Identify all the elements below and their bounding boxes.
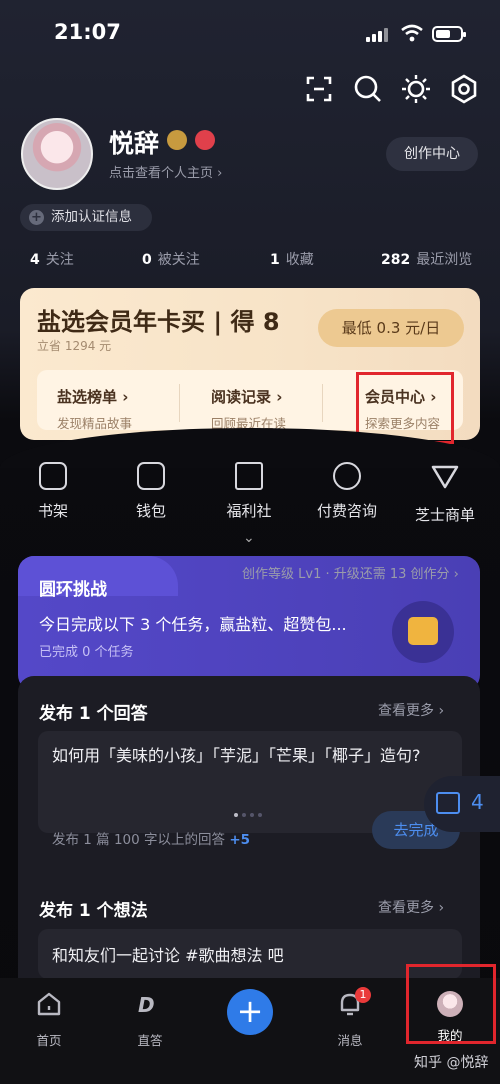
cheese-order-button[interactable]: 芝士商单 [405,462,485,525]
answer-hint: 发布 1 篇 100 字以上的回答 +5 [52,832,251,848]
nav-home[interactable]: 首页 [9,990,89,1049]
inbox-count: 4 [471,790,484,814]
yen-icon [333,462,361,490]
bookshelf-button[interactable]: 书架 [13,462,93,521]
scan-icon[interactable] [303,73,335,105]
stat-following[interactable]: 4 关注 [30,249,74,269]
divider [179,384,180,422]
vip-title[interactable]: 盐选会员年卡买 | 得 8 [37,302,280,337]
svg-text:D: D [138,993,155,1017]
annotation-highlight-box [406,964,496,1044]
status-time: 21:07 [54,20,121,44]
avatar[interactable] [21,118,93,190]
gift-icon [235,462,263,490]
add-auth-button[interactable]: + 添加认证信息 [20,204,152,231]
plus-icon: + [29,210,44,225]
stat-recent[interactable]: 282 最近浏览 [381,249,472,269]
inbox-icon [436,792,460,814]
user-name[interactable]: 悦辞 [109,124,159,160]
brightness-icon[interactable] [400,73,432,105]
wifi-icon [401,24,423,42]
task-answer-title: 发布 1 个回答 [39,704,148,724]
task-answer-more-link[interactable]: 查看更多 › [378,700,444,720]
nav-direct-answer[interactable]: D 直答 [110,990,190,1049]
verified-badge-icon[interactable] [195,130,215,150]
idea-text[interactable]: 和知友们一起讨论 #歌曲想法 吧 [52,942,284,966]
challenge-desc: 今日完成以下 3 个任务，赢盐粒、超赞包... [39,615,347,634]
message-badge: 1 [355,987,371,1003]
nav-messages[interactable]: 消息 [310,990,390,1049]
challenge-title: 圆环挑战 [39,580,107,600]
zhida-icon: D [138,993,155,1017]
paid-consult-button[interactable]: 付费咨询 [307,462,387,521]
reward-gift-icon[interactable] [392,601,454,663]
cheese-icon [431,465,459,489]
vip-price-button[interactable]: 最低 0.3 元/日 [318,309,464,347]
publish-button[interactable]: + [227,989,273,1035]
vip-subtitle: 立省 1294 元 [37,339,112,353]
vip-ranking-link[interactable]: 盐选榜单 › 发现精品故事 [57,386,132,432]
bookshelf-icon [39,462,67,490]
wallet-icon [137,462,165,490]
battery-icon [432,26,466,42]
challenge-progress: 已完成 0 个任务 [39,645,134,660]
profile-link[interactable]: 点击查看个人主页 › [109,162,222,181]
task-idea-more-link[interactable]: 查看更多 › [378,897,444,917]
creator-center-button[interactable]: 创作中心 [386,137,478,171]
add-auth-label: 添加认证信息 [51,209,132,225]
settings-icon[interactable] [448,73,480,105]
floating-inbox-button[interactable]: 4 [424,776,500,832]
stat-followers[interactable]: 0 被关注 [142,249,200,269]
vip-history-link[interactable]: 阅读记录 › 回顾最近在读 [211,386,286,432]
task-idea-title: 发布 1 个想法 [39,901,148,921]
watermark: 知乎 @悦辞 [414,1055,489,1071]
welfare-button[interactable]: 福利社 [209,462,289,521]
wallet-button[interactable]: 钱包 [111,462,191,521]
carousel-dots [234,802,266,821]
question-text[interactable]: 如何用「美味的小孩」「芋泥」「芒果」「椰子」造句? [52,743,452,769]
expand-chevron-icon[interactable]: ⌄ [243,530,255,546]
creator-level-text[interactable]: 创作等级 Lv1 · 升级还需 13 创作分 › [242,563,459,582]
stat-favorites[interactable]: 1 收藏 [270,249,314,269]
crown-badge-icon[interactable] [167,130,187,150]
divider [322,384,323,422]
home-icon [37,992,61,1016]
search-icon[interactable] [352,73,384,105]
signal-icon [366,28,390,42]
